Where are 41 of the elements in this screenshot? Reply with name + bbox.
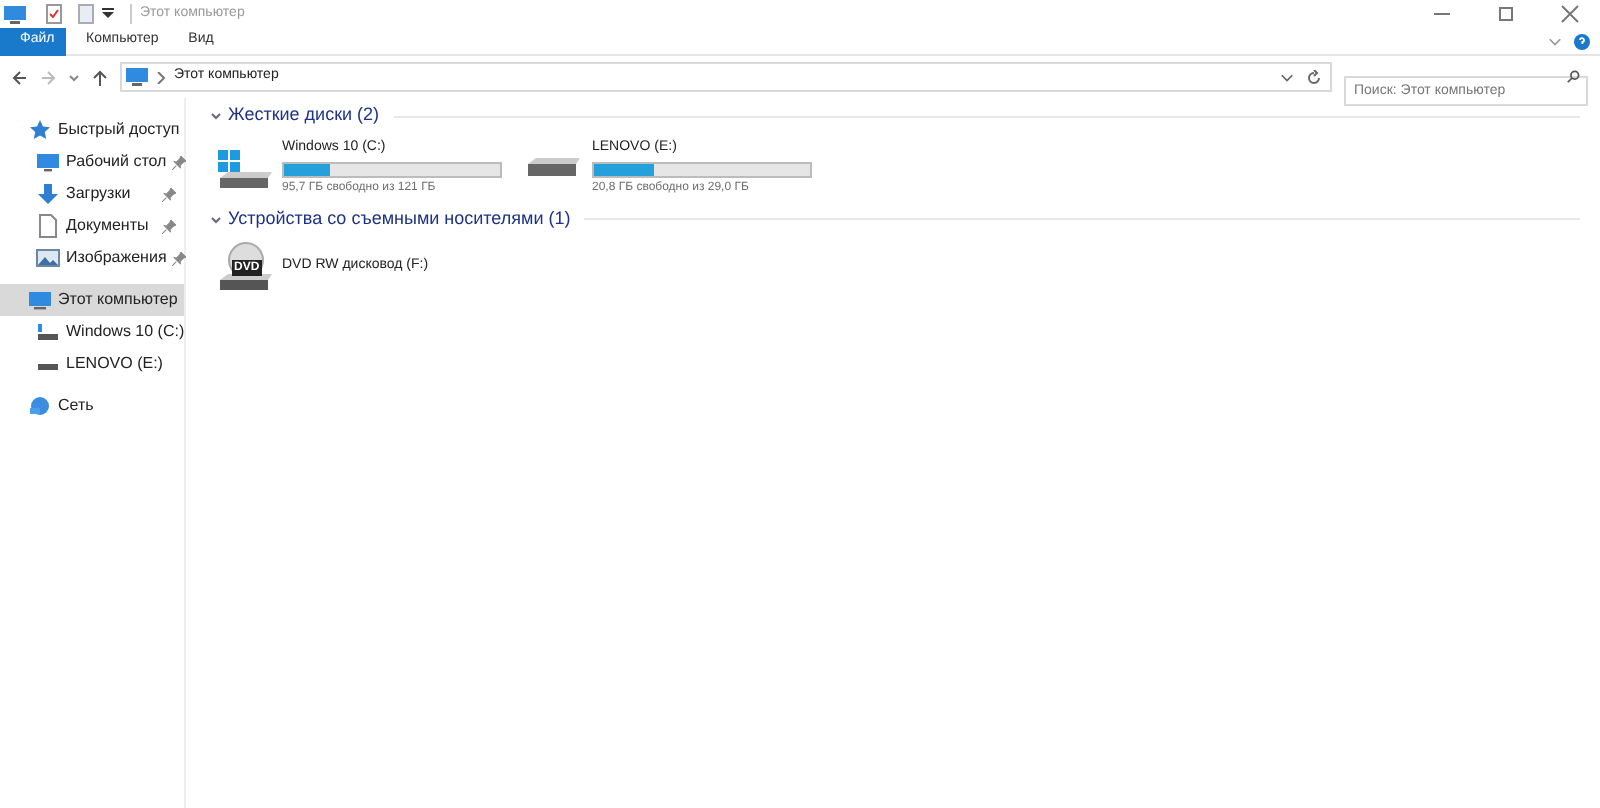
search-icon[interactable]	[1566, 70, 1580, 84]
pin-icon[interactable]	[172, 251, 187, 265]
dropdown-icon[interactable]	[102, 8, 114, 20]
sidebar-item[interactable]: LENOVO (E:)	[0, 348, 184, 380]
monitor-icon	[28, 288, 52, 312]
sidebar-item[interactable]: Изображения	[0, 242, 184, 274]
group-header[interactable]: Устройства со съемными носителями (1)	[228, 205, 571, 233]
sidebar-item[interactable]: Быстрый доступ	[0, 114, 184, 146]
close-icon[interactable]	[1560, 4, 1580, 24]
network-icon	[28, 394, 52, 418]
monitor-icon	[4, 5, 26, 23]
star-icon	[28, 118, 52, 142]
chevron-down-icon[interactable]	[68, 71, 80, 83]
maximize-icon[interactable]	[1496, 4, 1516, 24]
pin-icon[interactable]	[162, 219, 176, 233]
chevron-down-icon[interactable]	[1548, 34, 1562, 48]
chevron-right-icon	[156, 71, 166, 83]
chevron-down-icon[interactable]	[210, 110, 222, 122]
hard-drive-icon	[528, 158, 580, 177]
monitor-icon	[36, 150, 60, 174]
sidebar-item[interactable]: Рабочий стол	[0, 146, 184, 178]
sidebar-item[interactable]: Этот компьютер	[0, 284, 184, 316]
image-icon	[36, 246, 60, 270]
document-icon	[36, 214, 60, 238]
back-arrow-icon[interactable]	[12, 69, 28, 85]
chevron-down-icon[interactable]	[210, 213, 222, 225]
sidebar-item[interactable]: Загрузки	[0, 178, 184, 210]
monitor-icon	[126, 68, 148, 86]
chevron-down-icon[interactable]	[1280, 70, 1294, 84]
up-arrow-icon[interactable]	[92, 69, 108, 85]
refresh-icon[interactable]	[1306, 69, 1322, 85]
help-icon[interactable]	[1574, 33, 1590, 49]
pin-icon[interactable]	[172, 155, 187, 169]
sidebar-item[interactable]: Документы	[0, 210, 184, 242]
checklist-icon[interactable]	[46, 4, 62, 24]
group-header[interactable]: Жесткие диски (2)	[228, 102, 380, 130]
pin-icon[interactable]	[162, 187, 176, 201]
down-arrow-icon	[36, 182, 60, 206]
sidebar-item[interactable]: Сеть	[0, 390, 184, 422]
sidebar-item[interactable]: Windows 10 (C:)	[0, 316, 184, 348]
drive-icon	[36, 320, 60, 344]
